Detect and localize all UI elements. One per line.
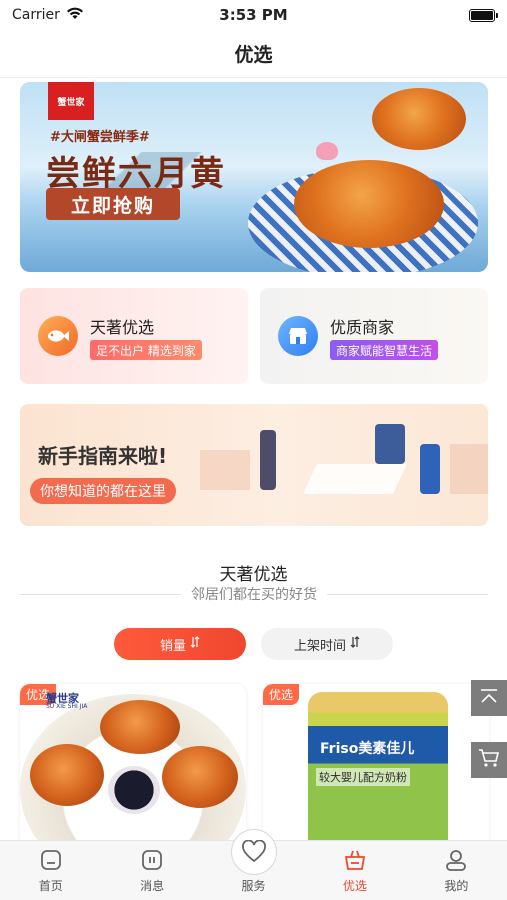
buy-now-button[interactable]: 立即抢购 bbox=[46, 188, 180, 220]
tab-label: 我的 bbox=[444, 879, 469, 893]
status-left: Carrier bbox=[12, 7, 84, 24]
product-card[interactable]: Friso美素佳儿 较大婴儿配方奶粉 优选 bbox=[263, 684, 489, 844]
guide-link-pill[interactable]: 你想知道的都在这里 bbox=[30, 478, 176, 504]
guide-illustration-person bbox=[375, 424, 405, 464]
section-subtitle: 邻居们都在买的好货 bbox=[191, 587, 317, 603]
feature-card-selection[interactable]: 天著优选 足不出户 精选到家 bbox=[20, 288, 248, 384]
tab-messages[interactable]: 消息 bbox=[101, 841, 202, 900]
status-bar: Carrier 3:53 PM bbox=[0, 0, 507, 30]
sort-arrows-icon bbox=[350, 636, 360, 652]
tab-label: 首页 bbox=[38, 879, 63, 893]
banner-tag: #大闸蟹尝鲜季# bbox=[50, 130, 150, 145]
battery-icon bbox=[469, 8, 498, 22]
lotus-decoration bbox=[316, 142, 338, 160]
product-badge: 优选 bbox=[263, 684, 300, 705]
tab-label: 消息 bbox=[140, 879, 165, 893]
divider bbox=[20, 593, 181, 595]
product-brand: Friso美素佳儿 bbox=[320, 741, 415, 757]
carrier-label: Carrier bbox=[12, 7, 60, 23]
crab-image bbox=[372, 88, 466, 150]
brand-logo: 蟹世家 bbox=[48, 82, 94, 120]
tab-label: 服务 bbox=[241, 879, 266, 893]
guide-illustration-person bbox=[260, 430, 276, 490]
back-to-top-icon bbox=[479, 688, 499, 708]
guide-title: 新手指南来啦! bbox=[38, 444, 168, 468]
feature-card-title: 优质商家 bbox=[330, 318, 395, 337]
tab-home[interactable]: 首页 bbox=[0, 841, 101, 900]
feature-card-chip: 足不出户 精选到家 bbox=[90, 340, 202, 360]
sort-label: 销量 bbox=[159, 638, 186, 654]
basket-icon bbox=[342, 847, 368, 873]
sort-by-time-button[interactable]: 上架时间 bbox=[261, 628, 393, 660]
product-image: Friso美素佳儿 较大婴儿配方奶粉 bbox=[308, 692, 448, 844]
heart-icon bbox=[230, 829, 277, 875]
feature-card-chip: 商家赋能智慧生活 bbox=[330, 340, 439, 360]
promo-banner[interactable]: 蟹世家 #大闸蟹尝鲜季# 尝鲜六月黄 立即抢购 bbox=[20, 82, 488, 272]
user-icon bbox=[443, 847, 469, 873]
product-card[interactable]: 优选 蟹世家 SU XIE SHI JIA bbox=[20, 684, 246, 844]
page-title: 优选 bbox=[0, 30, 507, 78]
feature-card-title: 天著优选 bbox=[90, 318, 155, 337]
clock: 3:53 PM bbox=[219, 6, 288, 24]
back-to-top-button[interactable] bbox=[471, 680, 507, 716]
newbie-guide-banner[interactable]: 新手指南来啦! 你想知道的都在这里 bbox=[20, 404, 488, 526]
tab-services[interactable]: 服务 bbox=[203, 829, 304, 900]
sort-by-sales-button[interactable]: 销量 bbox=[114, 628, 246, 660]
sort-arrows-icon bbox=[190, 636, 200, 652]
section-subtitle-row: 邻居们都在买的好货 bbox=[20, 584, 488, 604]
cart-button[interactable] bbox=[471, 742, 507, 778]
cart-icon bbox=[478, 748, 500, 772]
tab-label: 优选 bbox=[342, 879, 367, 893]
fish-icon bbox=[38, 316, 78, 356]
store-icon bbox=[278, 316, 318, 356]
feature-card-merchants[interactable]: 优质商家 商家赋能智慧生活 bbox=[260, 288, 488, 384]
guide-illustration-person bbox=[420, 444, 440, 494]
home-icon bbox=[38, 847, 64, 873]
crab-image bbox=[294, 160, 444, 248]
guide-illustration-desk bbox=[303, 464, 407, 494]
section-title: 天著优选 bbox=[219, 565, 288, 585]
guide-illustration-building bbox=[450, 444, 488, 494]
product-line: 较大婴儿配方奶粉 bbox=[316, 768, 410, 786]
sort-label: 上架时间 bbox=[293, 638, 346, 654]
product-image bbox=[20, 694, 246, 844]
tab-profile[interactable]: 我的 bbox=[406, 841, 507, 900]
tab-selection[interactable]: 优选 bbox=[304, 841, 405, 900]
message-icon bbox=[139, 847, 165, 873]
product-brand-sub: SU XIE SHI JIA bbox=[46, 703, 88, 710]
bottom-tab-bar: 首页 消息 服务 优选 我的 bbox=[0, 829, 507, 900]
divider bbox=[327, 593, 488, 595]
guide-illustration-building bbox=[200, 450, 250, 490]
wifi-icon bbox=[66, 7, 84, 24]
